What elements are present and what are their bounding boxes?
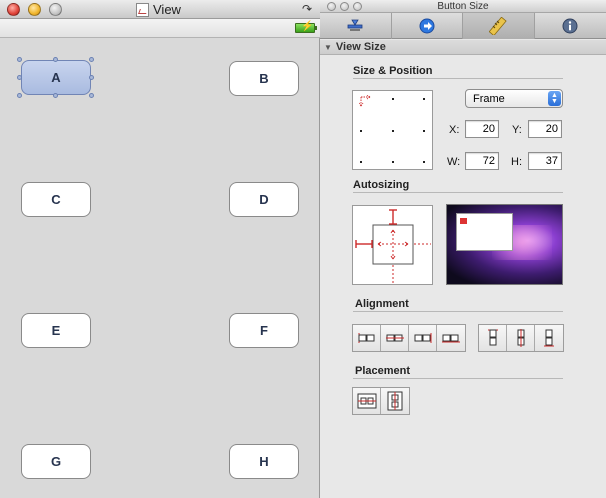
alignment-heading: Alignment	[355, 298, 409, 310]
window-title: View	[136, 1, 181, 18]
autosizing-springs-icon	[355, 209, 431, 283]
frame-mode-select[interactable]: Frame ▲ ▼	[465, 89, 563, 108]
resize-handle[interactable]	[17, 57, 22, 62]
align-horizontal-centers-button[interactable]	[381, 325, 409, 351]
align-left-edges-button[interactable]	[353, 325, 381, 351]
preview-window	[456, 213, 513, 251]
align-bottom-icon	[544, 329, 554, 347]
tab-attributes[interactable]	[320, 13, 392, 39]
attributes-slider-icon	[347, 19, 363, 31]
close-window-button[interactable]	[7, 3, 20, 16]
autosizing-preview	[446, 204, 563, 285]
anchor-point[interactable]	[360, 161, 362, 163]
resize-handle[interactable]	[17, 75, 22, 80]
origin-corner-marker-icon	[359, 95, 371, 107]
canvas-button-f[interactable]: F	[229, 313, 299, 348]
toolbar-toggle-icon[interactable]: ↷	[302, 2, 312, 16]
window-title-text: View	[153, 2, 181, 17]
minimize-window-button[interactable]	[28, 3, 41, 16]
placement-group	[352, 387, 410, 415]
x-field[interactable]	[465, 120, 499, 138]
tab-identity[interactable]	[535, 13, 606, 39]
document-icon	[136, 2, 149, 17]
divider	[353, 378, 563, 379]
resize-handle[interactable]	[53, 57, 58, 62]
align-right-icon	[414, 333, 431, 343]
zoom-window-button[interactable]	[49, 3, 62, 16]
ruler-icon	[489, 17, 507, 35]
info-icon	[562, 18, 578, 34]
resize-handle[interactable]	[53, 93, 58, 98]
align-top-icon	[487, 329, 498, 346]
anchor-point[interactable]	[392, 98, 394, 100]
y-field[interactable]	[528, 120, 562, 138]
canvas-button-h[interactable]: H	[229, 444, 299, 479]
vertical-alignment-group	[478, 324, 564, 352]
anchor-point[interactable]	[423, 161, 425, 163]
horizontal-alignment-group	[352, 324, 466, 352]
canvas-button-b[interactable]: B	[229, 61, 299, 96]
inspector-titlebar: Button Size	[320, 0, 606, 13]
origin-anchor-grid[interactable]	[352, 90, 433, 170]
align-baselines-button[interactable]	[437, 325, 465, 351]
resize-handle[interactable]	[89, 57, 94, 62]
anchor-point[interactable]	[360, 130, 362, 132]
size-position-heading: Size & Position	[353, 65, 433, 77]
center-horizontal-icon	[357, 393, 376, 409]
autosizing-heading: Autosizing	[353, 179, 410, 191]
divider	[353, 192, 563, 193]
center-vertically-button[interactable]	[381, 388, 409, 414]
inspector-toolbar	[320, 13, 606, 39]
canvas-button-d[interactable]: D	[229, 182, 299, 217]
align-vertical-centers-button[interactable]	[507, 325, 535, 351]
placement-heading: Placement	[355, 365, 411, 377]
canvas-button-g[interactable]: G	[21, 444, 91, 479]
divider	[353, 78, 563, 79]
inspector-panel: Button Size ▼ View Size Size & Position …	[320, 0, 606, 498]
canvas-button-e[interactable]: E	[21, 313, 91, 348]
anchor-point[interactable]	[423, 98, 425, 100]
battery-icon	[295, 21, 317, 33]
align-left-icon	[358, 333, 374, 343]
width-field[interactable]	[465, 152, 499, 170]
anchor-point[interactable]	[423, 130, 425, 132]
resize-handle[interactable]	[89, 93, 94, 98]
resize-handle[interactable]	[17, 93, 22, 98]
anchor-point[interactable]	[392, 161, 394, 163]
anchor-point[interactable]	[392, 130, 394, 132]
align-middle-icon	[517, 329, 524, 347]
align-center-icon	[385, 334, 404, 342]
canvas-button-a[interactable]: A	[21, 60, 91, 95]
view-size-title: View Size	[335, 41, 386, 53]
align-bottom-edges-button[interactable]	[535, 325, 563, 351]
tab-connections[interactable]	[392, 13, 463, 39]
y-label: Y:	[512, 124, 522, 136]
inspector-title: Button Size	[437, 1, 489, 12]
autosizing-control[interactable]	[352, 205, 433, 285]
disclosure-triangle-icon[interactable]: ▼	[324, 43, 332, 52]
align-right-edges-button[interactable]	[409, 325, 437, 351]
window-status-strip	[0, 19, 320, 38]
x-label: X:	[449, 124, 460, 136]
w-label: W:	[447, 156, 461, 168]
window-titlebar: View ↷	[0, 0, 320, 19]
frame-mode-value: Frame	[473, 92, 505, 105]
resize-handle[interactable]	[89, 75, 94, 80]
interface-window: View ↷ A B C D E F G H	[0, 0, 320, 498]
align-top-edges-button[interactable]	[479, 325, 507, 351]
view-size-section-header[interactable]: ▼ View Size	[320, 40, 606, 55]
height-field[interactable]	[528, 152, 562, 170]
h-label: H:	[511, 156, 522, 168]
divider	[353, 311, 563, 312]
canvas-button-c[interactable]: C	[21, 182, 91, 217]
tab-size[interactable]	[463, 13, 535, 39]
align-baseline-icon	[442, 334, 460, 343]
center-vertical-icon	[387, 391, 403, 411]
select-arrows-icon: ▲ ▼	[548, 91, 561, 106]
center-horizontally-button[interactable]	[353, 388, 381, 414]
connections-arrow-icon	[419, 18, 435, 34]
